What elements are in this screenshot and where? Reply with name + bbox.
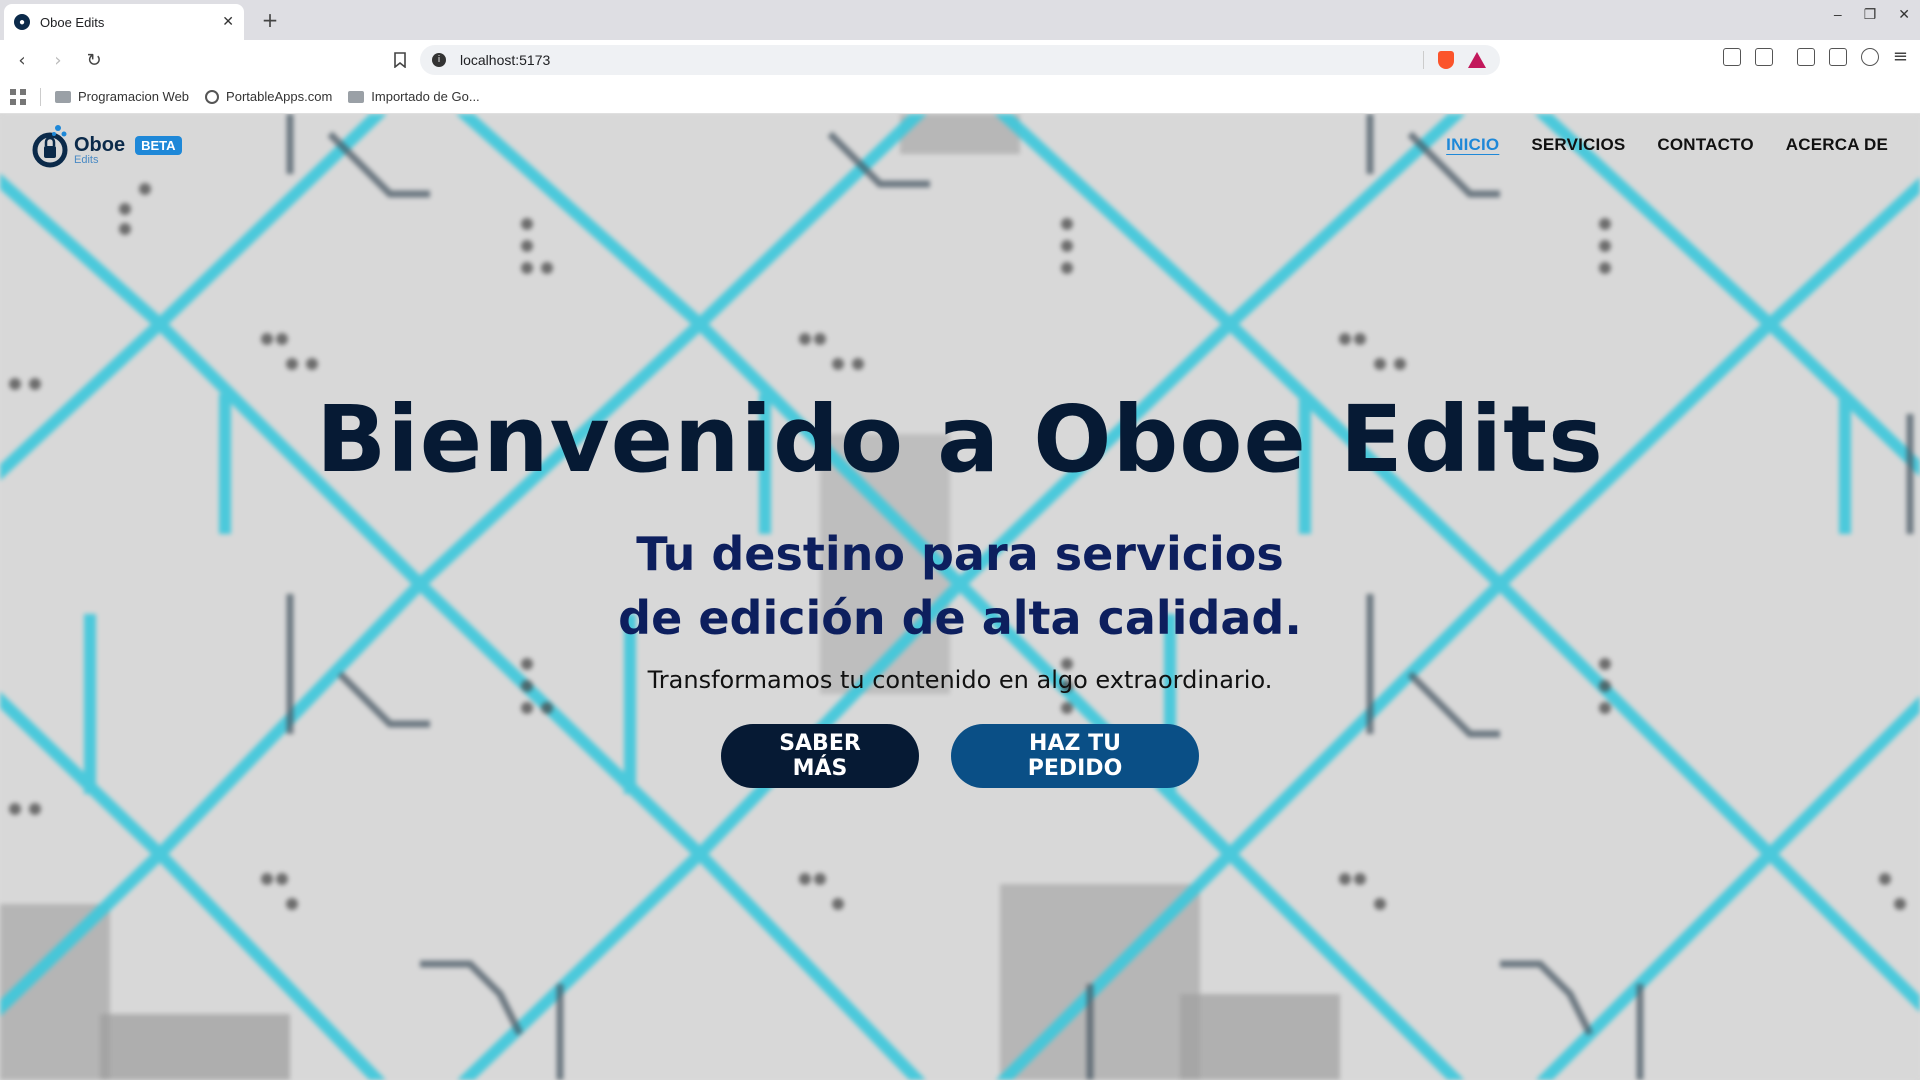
browser-tabbar: ● Oboe Edits ✕ + – ❐ ✕ — [0, 0, 1920, 40]
hero-description: Transformamos tu contenido en algo extra… — [647, 666, 1273, 694]
bookmark-label: PortableApps.com — [226, 89, 333, 104]
nav-acerca-de[interactable]: ACERCA DE — [1786, 135, 1888, 155]
bookmark-icon[interactable] — [388, 48, 412, 72]
nav-inicio[interactable]: INICIO — [1446, 135, 1499, 155]
close-window-icon[interactable]: ✕ — [1898, 6, 1910, 23]
beta-badge: BETA — [135, 135, 182, 155]
favicon-icon: ● — [14, 14, 30, 30]
tab-search-icon[interactable] — [1754, 48, 1773, 66]
logo-subtitle: Edits — [74, 153, 99, 166]
hero-buttons: SABER MÁS HAZ TU PEDIDO — [0, 724, 1920, 788]
site-logo[interactable]: Oboe Edits BETA — [32, 122, 182, 168]
back-icon[interactable]: ‹ — [10, 48, 34, 72]
folder-icon — [55, 90, 71, 103]
address-bar[interactable]: i localhost:5173 — [420, 45, 1500, 75]
hero-subtitle-line2: de edición de alta calidad. — [618, 591, 1302, 645]
oboe-logo-icon — [32, 122, 72, 168]
brave-shields-icon[interactable] — [1438, 51, 1454, 69]
hero-subtitle-line1: Tu destino para servicios — [636, 527, 1284, 581]
bookmark-portableapps[interactable]: PortableApps.com — [205, 89, 332, 104]
page-viewport: Oboe Edits BETA INICIO SERVICIOS CONTACT… — [0, 114, 1920, 1080]
forward-icon[interactable]: › — [46, 48, 70, 72]
hero-subtitle: Tu destino para servicios de edición de … — [0, 522, 1920, 650]
minimize-icon[interactable]: – — [1834, 6, 1842, 23]
site-info-icon[interactable]: i — [432, 53, 446, 67]
window-controls: – ❐ ✕ — [1834, 6, 1910, 23]
site-header: Oboe Edits BETA INICIO SERVICIOS CONTACT… — [0, 114, 1920, 176]
browser-toolbar: ‹ › ↻ i localhost:5173 ≡ — [0, 40, 1920, 80]
extensions-icon[interactable] — [1722, 48, 1741, 66]
restore-icon[interactable]: ❐ — [1864, 6, 1877, 23]
tab-title: Oboe Edits — [40, 14, 105, 30]
haz-tu-pedido-button[interactable]: HAZ TU PEDIDO — [951, 724, 1199, 788]
sidebar-icon[interactable] — [1796, 48, 1815, 66]
bookmark-importado[interactable]: Importado de Go... — [348, 89, 480, 104]
reload-icon[interactable]: ↻ — [82, 48, 106, 72]
wallet-icon[interactable] — [1828, 48, 1847, 66]
separator — [40, 87, 41, 106]
bookmark-label: Importado de Go... — [371, 89, 480, 104]
saber-mas-button[interactable]: SABER MÁS — [721, 724, 919, 788]
separator — [1423, 51, 1424, 69]
leo-ai-icon[interactable] — [1860, 48, 1879, 66]
brave-rewards-icon[interactable] — [1468, 52, 1486, 68]
menu-icon[interactable]: ≡ — [1893, 48, 1908, 66]
browser-tab[interactable]: ● Oboe Edits ✕ — [4, 4, 244, 40]
folder-icon — [348, 90, 365, 103]
hero-section: Bienvenido a Oboe Edits Tu destino para … — [0, 394, 1920, 788]
nav-servicios[interactable]: SERVICIOS — [1531, 135, 1625, 155]
url-text[interactable]: localhost:5173 — [460, 52, 550, 68]
bookmark-label: Programacion Web — [78, 89, 190, 104]
logo-name: Oboe — [74, 133, 126, 156]
globe-icon — [205, 89, 220, 104]
nav-contacto[interactable]: CONTACTO — [1657, 135, 1753, 155]
bookmark-programacion-web[interactable]: Programacion Web — [55, 89, 189, 104]
new-tab-button[interactable]: + — [256, 8, 284, 32]
apps-grid-icon[interactable] — [10, 88, 26, 105]
hero-title: Bienvenido a Oboe Edits — [316, 386, 1604, 493]
bookmarks-bar: Programacion Web PortableApps.com Import… — [0, 80, 1920, 114]
main-nav: INICIO SERVICIOS CONTACTO ACERCA DE — [1446, 135, 1888, 155]
close-tab-icon[interactable]: ✕ — [222, 14, 234, 30]
